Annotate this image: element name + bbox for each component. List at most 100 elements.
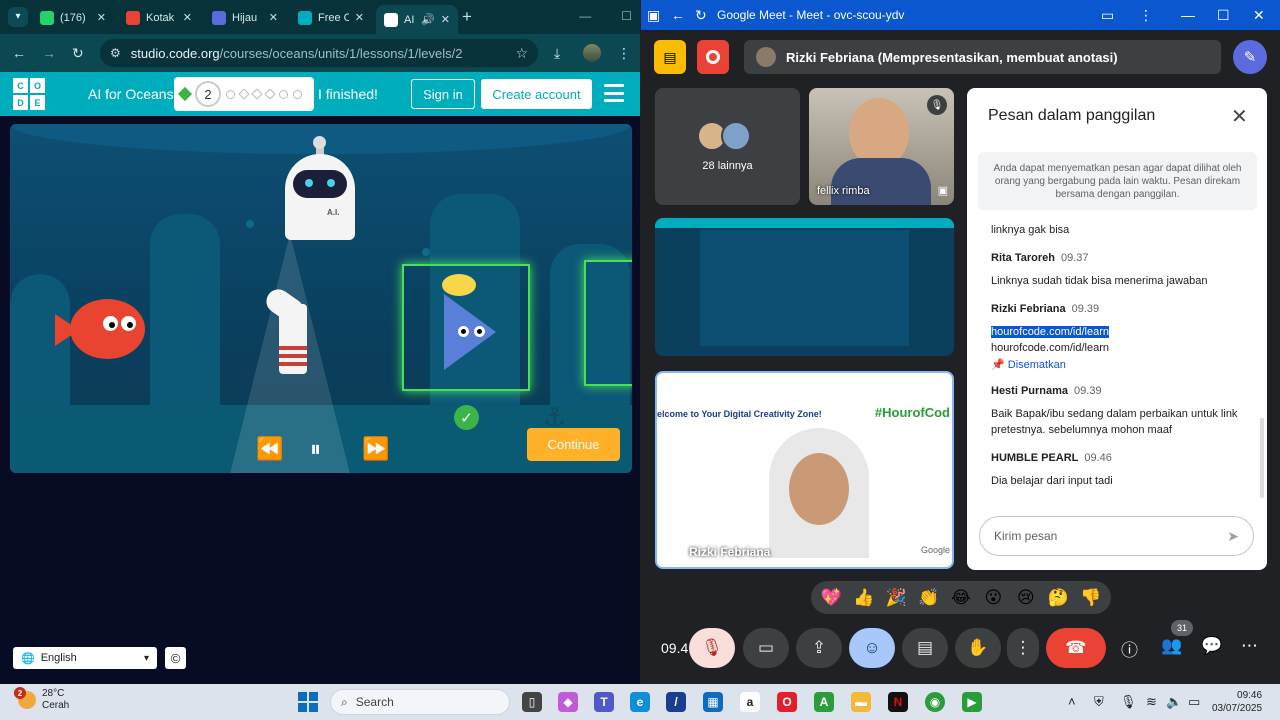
pinned-label[interactable]: Disematkan [1008, 359, 1066, 371]
tray-chevron-icon[interactable]: ˄ [1068, 694, 1076, 709]
send-icon[interactable]: ➤ [1227, 528, 1239, 545]
microphone-icon[interactable]: 🎙 [1120, 694, 1137, 710]
reaction-party[interactable]: 🎉 [883, 588, 909, 608]
sign-in-button[interactable]: Sign in [411, 79, 475, 109]
continue-button[interactable]: Continue [527, 428, 620, 461]
new-tab-button[interactable]: + [462, 7, 472, 27]
close-icon[interactable]: ✕ [1231, 104, 1248, 129]
amazon-icon[interactable]: a [740, 692, 760, 712]
maximize-icon[interactable]: ☐ [1217, 7, 1230, 24]
activities-icon[interactable]: ⋯ [1241, 636, 1258, 656]
reaction-thumbs-up[interactable]: 👍 [851, 588, 877, 608]
task-view-icon[interactable]: ▯ [522, 692, 542, 712]
reaction-clap[interactable]: 👏 [916, 588, 942, 608]
level-dot[interactable] [293, 89, 302, 99]
more-options-button[interactable]: ⋮ [1007, 628, 1039, 668]
taskbar-clock[interactable]: 09:46 03/07/2025 [1212, 689, 1262, 715]
file-explorer-icon[interactable]: ▬ [851, 692, 871, 712]
level-1-done-icon[interactable] [177, 86, 193, 102]
level-dot[interactable] [251, 88, 263, 100]
meet-taskbar-icon[interactable]: ▶ [962, 692, 982, 712]
site-info-icon[interactable]: ⚙ [110, 46, 121, 60]
tab-free[interactable]: Free C ✕ [290, 5, 372, 30]
edge-icon[interactable]: e [630, 692, 650, 712]
chat-input[interactable]: Kirim pesan ➤ [979, 516, 1254, 556]
profile-avatar[interactable] [583, 44, 601, 62]
reaction-thinking[interactable]: 🤔 [1045, 588, 1071, 608]
captions-button[interactable]: ▤ [902, 628, 948, 668]
taskbar-search[interactable]: ⌕ Search [330, 689, 510, 715]
reaction-thumbs-down[interactable]: 👎 [1078, 588, 1104, 608]
minimize-icon[interactable]: — [579, 9, 591, 23]
forward-icon[interactable]: → [42, 45, 56, 61]
emoji-button[interactable]: ☺ [849, 628, 895, 668]
netflix-icon[interactable]: N [888, 692, 908, 712]
camera-icon[interactable]: ▭ [1101, 7, 1114, 24]
tab-whatsapp[interactable]: (176) ✕ [32, 5, 114, 30]
level-dot[interactable] [264, 88, 276, 100]
teams-icon[interactable]: T [594, 692, 614, 712]
codeorg-logo[interactable]: C O D E [13, 78, 45, 110]
info-icon[interactable]: ⓘ [1121, 636, 1138, 661]
current-level[interactable]: 2 [195, 81, 221, 107]
reload-icon[interactable]: ↻ [72, 45, 84, 62]
chat-scrollbar[interactable] [1260, 418, 1264, 498]
more-icon[interactable]: ⋮ [1139, 7, 1153, 24]
pause-icon[interactable]: ⏸ [310, 436, 321, 462]
reload-icon[interactable]: ↻ [695, 7, 707, 24]
close-icon[interactable]: ✕ [183, 11, 192, 24]
chrome-icon[interactable]: ◉ [925, 692, 945, 712]
create-account-button[interactable]: Create account [481, 79, 592, 109]
pin-tile-icon[interactable]: ▣ [938, 184, 948, 197]
camera-toggle-button[interactable]: ▭ [743, 628, 789, 668]
tab-gmail[interactable]: Kotak ✕ [118, 5, 200, 30]
tile-screen-share[interactable] [655, 218, 954, 356]
hamburger-menu-icon[interactable] [604, 84, 624, 102]
app-slash-icon[interactable]: / [666, 692, 686, 712]
level-dot[interactable] [226, 89, 235, 99]
more-menu-icon[interactable]: ⋮ [617, 45, 631, 62]
leave-call-button[interactable]: ☎ [1046, 628, 1106, 668]
annotate-pen-icon[interactable]: ✎ [1233, 40, 1267, 74]
reaction-laugh[interactable]: 😂 [948, 588, 974, 608]
people-icon[interactable]: 👥 [1161, 636, 1182, 656]
wifi-icon[interactable]: ≋ [1146, 694, 1157, 710]
reaction-heart[interactable]: 💖 [818, 588, 844, 608]
battery-icon[interactable]: ▭ [1188, 694, 1200, 710]
opera-icon[interactable]: O [777, 692, 797, 712]
start-button[interactable] [298, 692, 318, 712]
captions-off-icon[interactable]: ▤ [654, 40, 686, 74]
close-icon[interactable]: ✕ [1253, 7, 1265, 24]
weather-widget[interactable]: 2 28°C Cerah [14, 687, 69, 712]
present-button[interactable]: ⇪ [796, 628, 842, 668]
raise-hand-button[interactable]: ✋ [955, 628, 1001, 668]
tile-rizki[interactable]: elcome to Your Digital Creativity Zone! … [655, 371, 954, 569]
chat-icon[interactable]: 💬 [1201, 636, 1222, 656]
language-select[interactable]: 🌐 English ▾ [13, 647, 157, 669]
minimize-icon[interactable]: — [1181, 7, 1195, 23]
app-green-icon[interactable]: A [814, 692, 834, 712]
mic-toggle-button[interactable]: 🎙 [689, 628, 735, 668]
course-title[interactable]: AI for Oceans [88, 86, 174, 102]
close-icon[interactable]: ✕ [97, 11, 106, 24]
close-icon[interactable]: ✕ [269, 11, 278, 24]
maximize-icon[interactable]: ☐ [621, 9, 632, 23]
close-icon[interactable]: ✕ [441, 13, 450, 26]
back-icon[interactable]: ← [12, 45, 26, 61]
tile-fellix[interactable]: 🎙 fellix rimba ▣ [809, 88, 954, 205]
tab-ai-active[interactable]: AI 🔊 ✕ [376, 5, 458, 34]
copyright-button[interactable]: © [165, 647, 186, 669]
recording-icon[interactable] [697, 40, 729, 74]
message-link[interactable]: hourofcode.com/id/learn [991, 342, 1109, 354]
rewind-icon[interactable]: ⏪ [256, 436, 283, 462]
security-icon[interactable]: ⛨ [1094, 694, 1104, 710]
reaction-sad[interactable]: 😢 [1013, 588, 1039, 608]
message-link[interactable]: hourofcode.com/id/learn [991, 326, 1110, 338]
store-icon[interactable]: ▦ [703, 692, 723, 712]
back-icon[interactable]: ← [671, 7, 685, 23]
download-icon[interactable]: ⤓ [554, 45, 560, 62]
level-dot[interactable] [279, 89, 288, 99]
level-dot[interactable] [238, 88, 250, 100]
volume-icon[interactable]: 🔈 [1166, 694, 1182, 710]
tab-hijau[interactable]: Hijau ✕ [204, 5, 286, 30]
